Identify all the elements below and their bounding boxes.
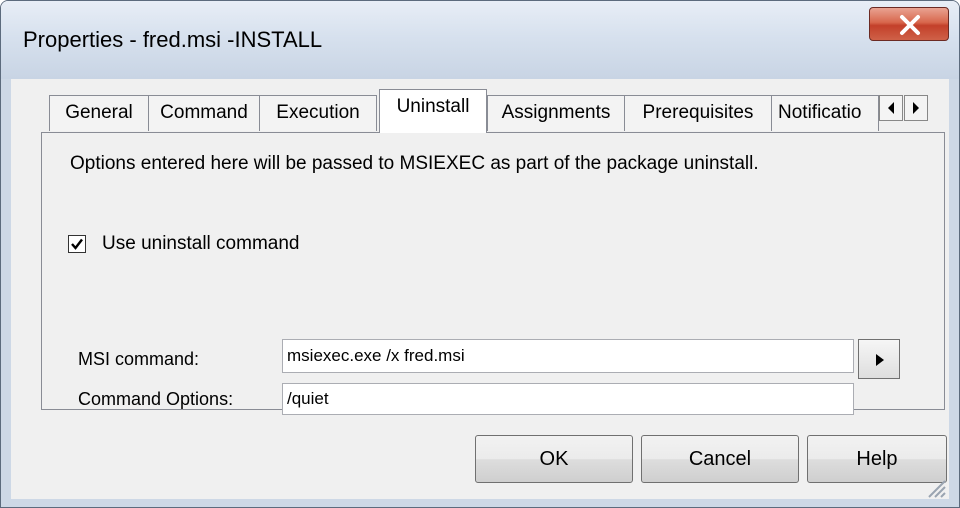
- help-button[interactable]: Help: [807, 435, 947, 483]
- ok-button[interactable]: OK: [475, 435, 633, 483]
- info-text: Options entered here will be passed to M…: [70, 153, 759, 174]
- frame-left: [1, 79, 11, 507]
- tab-general[interactable]: General: [49, 95, 149, 131]
- msi-command-field[interactable]: msiexec.exe /x fred.msi: [282, 339, 854, 373]
- close-button[interactable]: [869, 7, 949, 41]
- checkmark-icon: [71, 238, 83, 250]
- use-uninstall-label[interactable]: Use uninstall command: [102, 233, 299, 255]
- close-x-icon: [900, 15, 920, 35]
- uninstall-panel: Options entered here will be passed to M…: [41, 132, 945, 415]
- title-bar[interactable]: Properties - fred.msi -INSTALL: [1, 1, 959, 79]
- frame-bottom: [1, 499, 959, 507]
- tab-prerequisites[interactable]: Prerequisites: [624, 95, 772, 131]
- msi-command-label: MSI command:: [78, 349, 200, 369]
- tab-notifications[interactable]: Notificatio: [771, 95, 879, 131]
- msi-command-menu-button[interactable]: [858, 339, 900, 379]
- tab-execution[interactable]: Execution: [259, 95, 377, 131]
- arrow-right-icon: [876, 354, 884, 366]
- tab-assignments[interactable]: Assignments: [487, 95, 625, 131]
- tab-uninstall[interactable]: Uninstall: [379, 89, 487, 133]
- arrow-right-icon: [913, 102, 919, 114]
- arrow-left-icon: [888, 102, 894, 114]
- resize-grip-icon[interactable]: [925, 477, 947, 499]
- tab-scroll-left-button[interactable]: [879, 95, 903, 121]
- command-options-label: Command Options:: [78, 389, 234, 409]
- dialog-client-area: General Command Execution Uninstall Assi…: [11, 79, 949, 499]
- window-title: Properties - fred.msi -INSTALL: [23, 27, 323, 52]
- frame-right: [949, 79, 959, 507]
- use-uninstall-checkbox[interactable]: [68, 235, 86, 253]
- tab-command[interactable]: Command: [148, 95, 260, 131]
- properties-dialog: Properties - fred.msi -INSTALL General C…: [0, 0, 960, 508]
- cancel-button[interactable]: Cancel: [641, 435, 799, 483]
- tab-scroll-right-button[interactable]: [904, 95, 928, 121]
- command-options-field[interactable]: /quiet: [282, 383, 854, 415]
